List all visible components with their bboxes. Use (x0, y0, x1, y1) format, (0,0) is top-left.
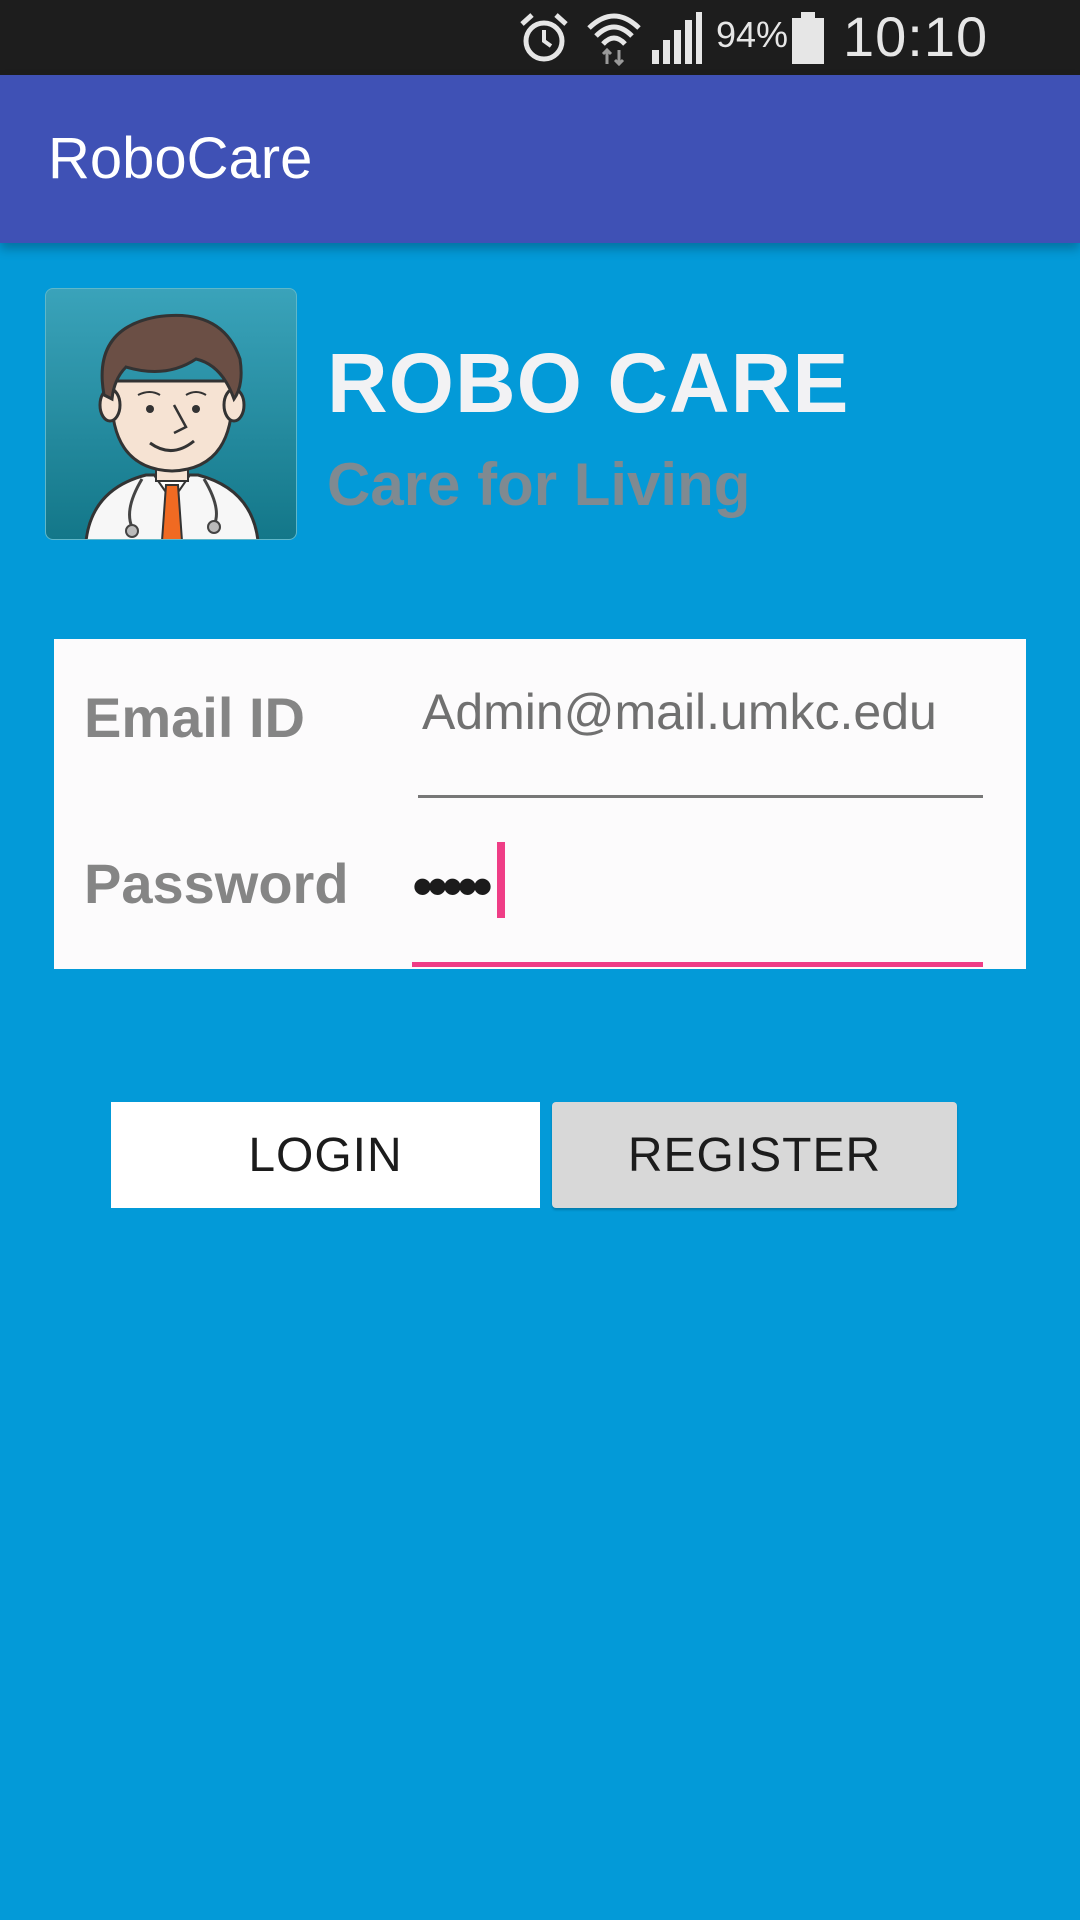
doctor-avatar-icon (45, 288, 297, 540)
login-button[interactable]: LOGIN (111, 1102, 540, 1208)
battery-icon (792, 12, 824, 64)
text-cursor (497, 842, 506, 918)
password-field[interactable]: ••••• (412, 842, 983, 976)
password-underline (412, 962, 983, 967)
email-value: Admin@mail.umkc.edu (422, 684, 937, 740)
wifi-icon (587, 13, 641, 66)
login-form-card: Email ID Admin@mail.umkc.edu Password ••… (54, 639, 1026, 969)
status-bar: 94% 10:10 PM (0, 0, 1080, 133)
email-label: Email ID (84, 686, 305, 749)
battery-percent: 94% (716, 14, 789, 55)
password-value: ••••• (412, 852, 493, 920)
app-bar: RoboCare (0, 75, 1080, 243)
signal-icon (652, 12, 702, 64)
alarm-icon (520, 13, 568, 62)
app-title: RoboCare (48, 126, 313, 191)
password-label: Password (84, 852, 349, 915)
email-field[interactable]: Admin@mail.umkc.edu (418, 683, 983, 799)
brand-subtitle: Care for Living (327, 451, 751, 518)
register-button[interactable]: REGISTER (552, 1102, 957, 1208)
email-underline (418, 795, 983, 798)
brand-title: ROBO CARE (327, 336, 850, 430)
